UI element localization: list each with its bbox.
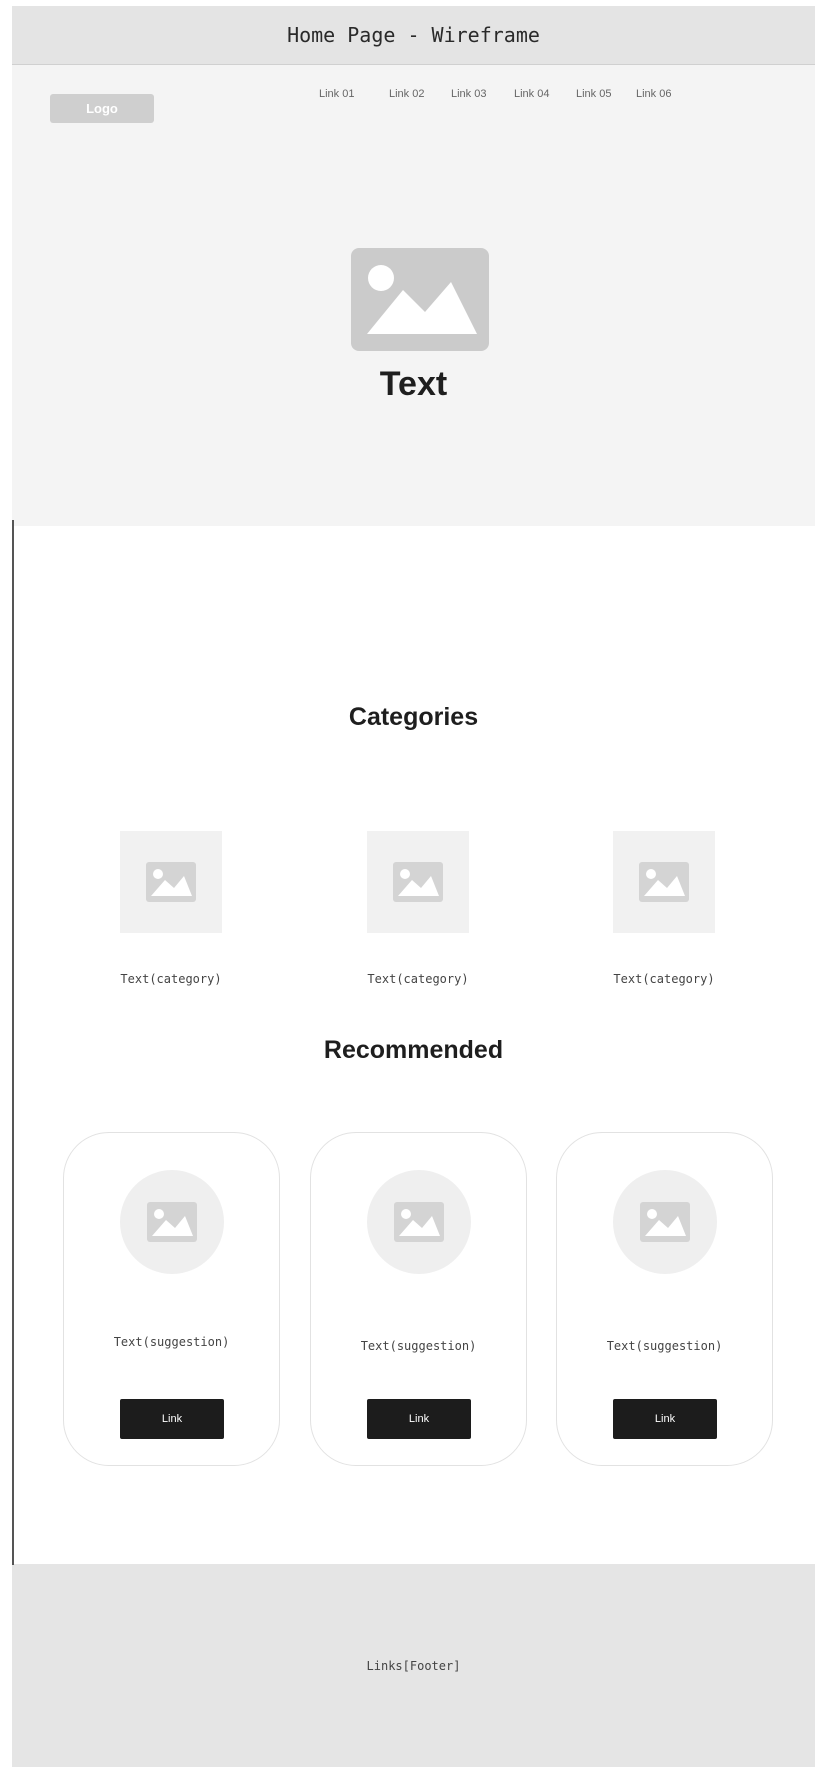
suggestion-image: [613, 1170, 717, 1274]
hero-heading: Text: [379, 365, 448, 403]
category-label: Text(category): [120, 972, 222, 986]
category-image[interactable]: [120, 831, 222, 933]
image-placeholder-icon: [640, 1202, 690, 1242]
footer-links-text[interactable]: Links[Footer]: [367, 1659, 461, 1673]
nav-link-03[interactable]: Link 03: [451, 88, 486, 100]
image-placeholder-icon: [393, 862, 443, 902]
suggestion-card[interactable]: Text(suggestion) Link: [63, 1132, 280, 1466]
image-placeholder-icon: [147, 1202, 197, 1242]
image-placeholder-icon: [351, 248, 489, 351]
nav-link-05[interactable]: Link 05: [576, 88, 611, 100]
image-placeholder-icon: [639, 862, 689, 902]
suggestion-link-button[interactable]: Link: [367, 1399, 471, 1439]
category-image[interactable]: [367, 831, 469, 933]
suggestion-label: Text(suggestion): [360, 1339, 477, 1353]
suggestion-link-button[interactable]: Link: [613, 1399, 717, 1439]
nav-link-01[interactable]: Link 01: [319, 88, 354, 100]
hero-section: Logo Link 01 Link 02 Link 03 Link 04 Lin…: [12, 65, 815, 526]
suggestion-image: [120, 1170, 224, 1274]
frame-border: [12, 520, 14, 1565]
suggestion-card[interactable]: Text(suggestion) Link: [310, 1132, 527, 1466]
recommended-heading: Recommended: [323, 1036, 504, 1064]
suggestion-label: Text(suggestion): [113, 1335, 230, 1349]
image-placeholder-icon: [394, 1202, 444, 1242]
category-label: Text(category): [613, 972, 715, 986]
suggestion-link-button[interactable]: Link: [120, 1399, 224, 1439]
page-title: Home Page - Wireframe: [12, 6, 815, 65]
category-image[interactable]: [613, 831, 715, 933]
image-placeholder-icon: [146, 862, 196, 902]
logo[interactable]: Logo: [50, 94, 154, 123]
suggestion-image: [367, 1170, 471, 1274]
category-label: Text(category): [367, 972, 469, 986]
footer: Links[Footer]: [12, 1564, 815, 1767]
nav-link-02[interactable]: Link 02: [389, 88, 424, 100]
suggestion-label: Text(suggestion): [606, 1339, 723, 1353]
nav-link-06[interactable]: Link 06: [636, 88, 671, 100]
categories-heading: Categories: [348, 703, 479, 731]
nav-link-04[interactable]: Link 04: [514, 88, 549, 100]
wireframe-page: Home Page - Wireframe Logo Link 01 Link …: [12, 6, 815, 1767]
suggestion-card[interactable]: Text(suggestion) Link: [556, 1132, 773, 1466]
